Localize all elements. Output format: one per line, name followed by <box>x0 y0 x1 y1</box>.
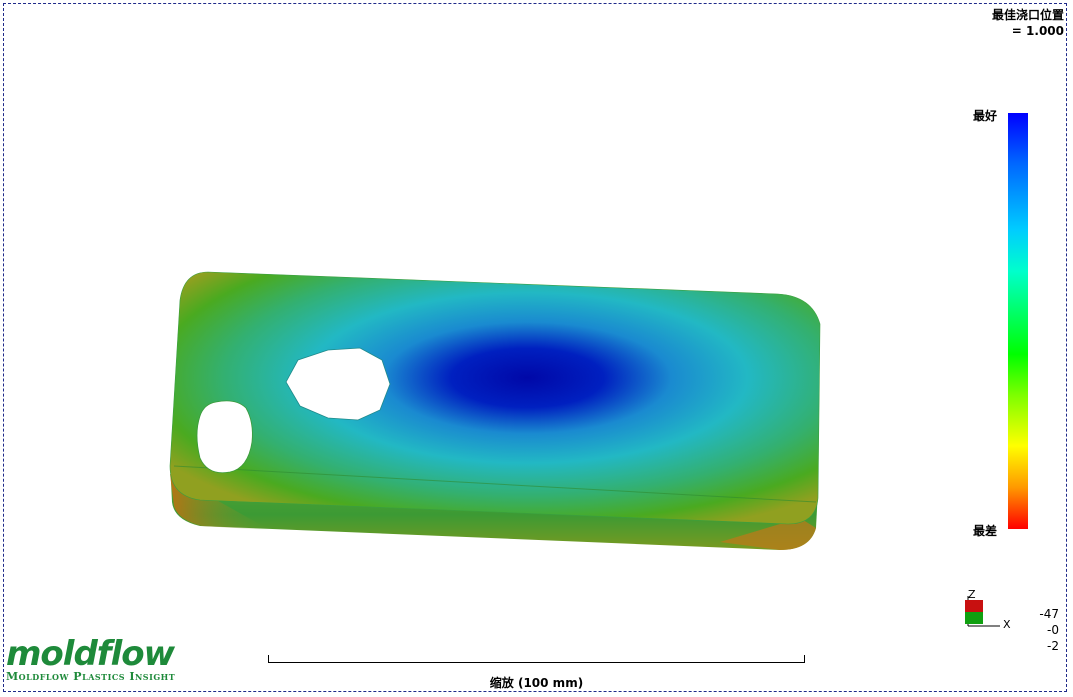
rotation-value-3: -2 <box>1047 639 1059 653</box>
color-scale <box>1008 113 1028 529</box>
logo-word: moldflow <box>6 634 175 674</box>
part-model[interactable] <box>160 262 830 562</box>
ruler-tick-right <box>804 655 805 663</box>
scale-best-label: 最好 <box>973 109 998 123</box>
axis-triad[interactable]: Z X <box>962 588 1022 634</box>
rotation-value-2: -0 <box>1047 623 1059 637</box>
moldflow-logo: moldflow Moldflow Plastics Insight <box>6 636 175 683</box>
rotation-value-1: -47 <box>1039 607 1059 621</box>
view-rotation-readout: -47 -0 -2 <box>1039 606 1059 654</box>
logo-subtitle: Moldflow Plastics Insight <box>6 670 176 683</box>
result-title: 最佳浇口位置 = 1.000 <box>992 7 1064 39</box>
axis-z-label: Z <box>968 588 976 601</box>
axis-x-label: X <box>1003 618 1011 631</box>
part-top-face <box>169 271 821 525</box>
scale-ruler <box>268 655 805 665</box>
part-slot-hole <box>196 400 253 474</box>
result-value: = 1.000 <box>1011 24 1064 38</box>
ruler-label: 缩放 (100 mm) <box>489 676 584 690</box>
scale-worst-label: 最差 <box>973 524 998 538</box>
ruler-line <box>268 662 805 663</box>
color-scale-bar <box>1008 113 1028 529</box>
result-name: 最佳浇口位置 <box>991 8 1064 22</box>
model-viewport[interactable]: 最佳浇口位置 = 1.000 最好 最差 Z X -47 -0 -2 缩放 (1… <box>0 0 1073 697</box>
